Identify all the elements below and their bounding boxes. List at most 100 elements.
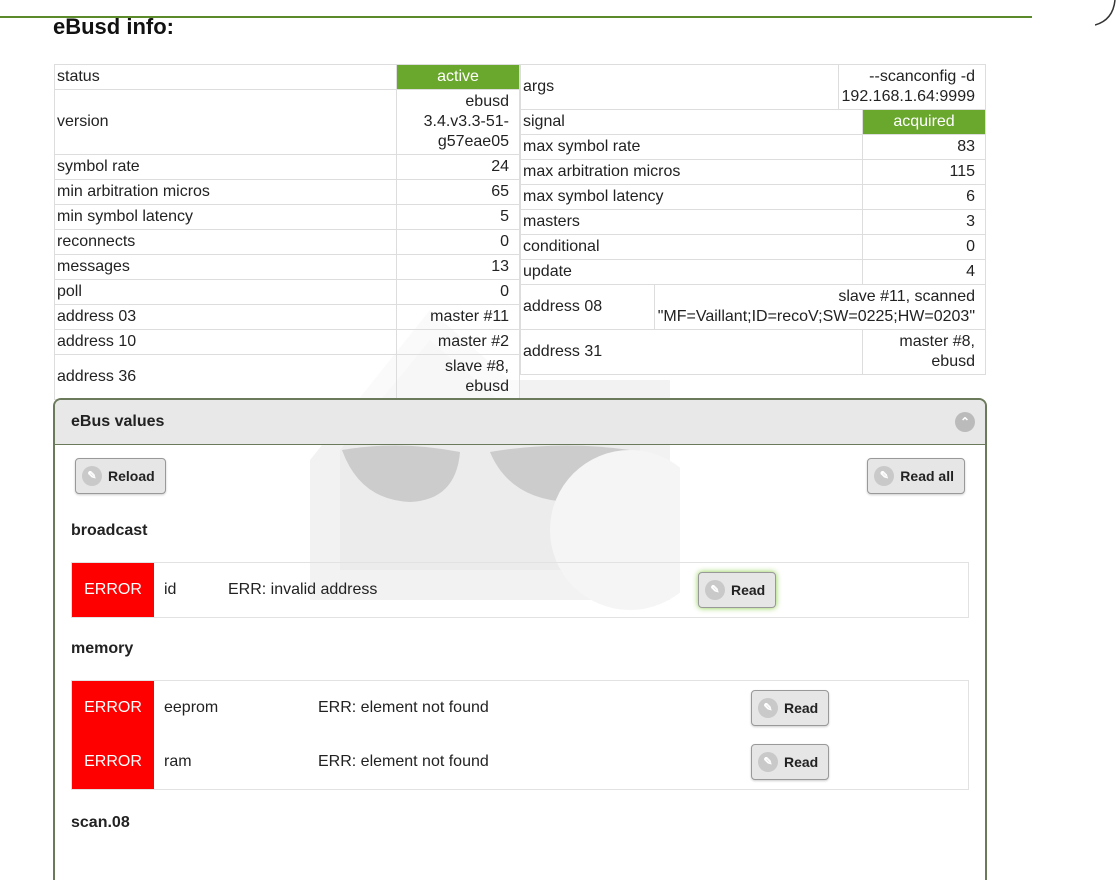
edit-icon: ✎ (874, 466, 895, 486)
read-all-button[interactable]: ✎ Read all (867, 458, 965, 494)
info-value: 83 (957, 138, 975, 155)
info-row: status active (55, 65, 519, 90)
info-row: max arbitration micros 115 (521, 160, 985, 185)
info-label: poll (55, 280, 397, 304)
info-row: min arbitration micros 65 (55, 180, 519, 205)
info-value: slave #11, scanned "MF=Vaillant;ID=recoV… (657, 288, 975, 325)
info-value: master #11 (430, 308, 509, 325)
info-value: 3 (966, 213, 975, 230)
info-row: address 10 master #2 (55, 330, 519, 355)
ebus-values-panel: eBus values ⌃ ✎ Reload ✎ Read all broadcas… (53, 398, 987, 880)
info-value: slave #8, ebusd (444, 358, 509, 395)
info-row: address 08 slave #11, scanned "MF=Vaillan… (521, 285, 985, 330)
info-row: signal acquired (521, 110, 985, 135)
info-row: symbol rate 24 (55, 155, 519, 180)
read-label: Read (731, 582, 766, 598)
info-value: 0 (500, 283, 509, 300)
collapse-icon[interactable]: ⌃ (955, 412, 975, 432)
info-label: reconnects (55, 230, 397, 254)
info-label: address 10 (55, 330, 397, 354)
value-name: id (164, 581, 177, 598)
info-label: signal (521, 110, 863, 134)
info-value: acquired (863, 110, 985, 134)
info-row: min symbol latency 5 (55, 205, 519, 230)
status-badge: ERROR (72, 735, 154, 789)
info-value: 115 (949, 163, 975, 180)
info-value: 6 (966, 188, 975, 205)
read-button[interactable]: ✎ Read (751, 744, 830, 780)
status-badge: ERROR (72, 681, 154, 735)
info-row: address 36 slave #8, ebusd (55, 355, 519, 399)
info-row: reconnects 0 (55, 230, 519, 255)
page-title: eBusd info: (53, 14, 174, 39)
info-table-left: status active version ebusd 3.4.v3.3-51-g57… (54, 64, 520, 400)
info-label: args (521, 65, 839, 109)
panel-header[interactable]: eBus values ⌃ (55, 400, 985, 445)
info-label: conditional (521, 235, 863, 259)
info-value: master #8, ebusd (899, 333, 975, 370)
info-label: max symbol rate (521, 135, 863, 159)
info-label: min symbol latency (55, 205, 397, 229)
edit-icon: ✎ (705, 580, 725, 600)
read-button[interactable]: ✎ Read (698, 572, 777, 608)
value-name: eeprom (164, 699, 219, 716)
info-label: max symbol latency (521, 185, 863, 209)
info-label: min arbitration micros (55, 180, 397, 204)
info-label: max arbitration micros (521, 160, 863, 184)
info-label: address 36 (55, 355, 397, 399)
info-value: 65 (491, 183, 509, 200)
section-memory: memory (71, 640, 134, 657)
info-label: status (55, 65, 397, 89)
info-row: max symbol rate 83 (521, 135, 985, 160)
info-value: ebusd 3.4.v3.3-51-g57eae05 (423, 93, 509, 150)
value-message: ERR: element not found (318, 753, 489, 770)
info-row: update 4 (521, 260, 985, 285)
info-value: 5 (500, 208, 509, 225)
info-label: address 31 (521, 330, 863, 374)
info-row: poll 0 (55, 280, 519, 305)
info-row: max symbol latency 6 (521, 185, 985, 210)
info-label: address 08 (521, 285, 655, 329)
info-value: 13 (491, 258, 509, 275)
read-label: Read (784, 754, 819, 770)
info-label: masters (521, 210, 863, 234)
panel-title: eBus values (71, 413, 165, 430)
value-message: ERR: element not found (318, 699, 489, 716)
info-row: address 31 master #8, ebusd (521, 330, 985, 374)
decorative-curve (1095, 0, 1116, 26)
info-table-right: args --scanconfig -d 192.168.1.64:9999 sig… (520, 64, 986, 375)
broadcast-group: ERROR id ERR: invalid address ✎ Read (71, 562, 969, 618)
read-all-label: Read all (900, 468, 954, 484)
info-value: 24 (491, 158, 509, 175)
edit-icon: ✎ (82, 466, 102, 486)
info-label: address 03 (55, 305, 397, 329)
info-label: symbol rate (55, 155, 397, 179)
info-row: address 03 master #11 (55, 305, 519, 330)
info-value: --scanconfig -d 192.168.1.64:9999 (841, 68, 975, 105)
reload-button[interactable]: ✎ Reload (75, 458, 166, 494)
edit-icon: ✎ (758, 698, 778, 718)
value-message: ERR: invalid address (228, 581, 378, 598)
status-badge: ERROR (72, 563, 154, 617)
info-value: master #2 (437, 333, 509, 350)
info-label: messages (55, 255, 397, 279)
info-row: masters 3 (521, 210, 985, 235)
info-label: version (55, 90, 397, 154)
info-row: messages 13 (55, 255, 519, 280)
read-button[interactable]: ✎ Read (751, 690, 830, 726)
reload-label: Reload (108, 468, 155, 484)
info-value: 4 (966, 263, 975, 280)
info-row: version ebusd 3.4.v3.3-51-g57eae05 (55, 90, 519, 155)
info-label: update (521, 260, 863, 284)
info-value: 0 (966, 238, 975, 255)
info-value: active (397, 65, 519, 89)
section-scan-08: scan.08 (71, 814, 130, 831)
info-value: 0 (500, 233, 509, 250)
memory-group: ERROR eeprom ERR: element not found ✎ Rea… (71, 680, 969, 790)
info-row: conditional 0 (521, 235, 985, 260)
info-row: args --scanconfig -d 192.168.1.64:9999 (521, 65, 985, 110)
read-label: Read (784, 700, 819, 716)
value-name: ram (164, 753, 192, 770)
section-broadcast: broadcast (71, 522, 148, 539)
edit-icon: ✎ (758, 752, 778, 772)
